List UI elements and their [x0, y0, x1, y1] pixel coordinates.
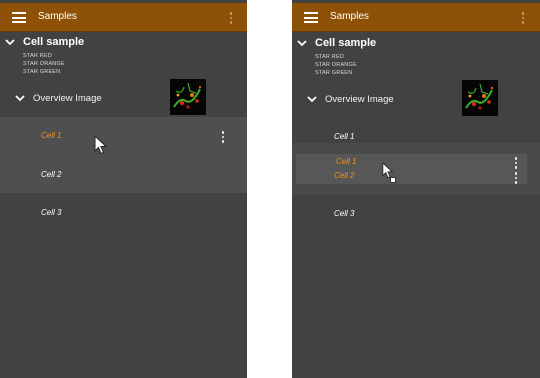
channel-label: STAR RED	[315, 54, 345, 60]
channel-label: STAR GREEN	[23, 69, 61, 75]
sample-title[interactable]: Cell sample	[315, 37, 376, 49]
overview-image-label[interactable]: Overview Image	[33, 93, 102, 104]
menu-icon[interactable]	[12, 12, 26, 23]
more-vert-icon[interactable]	[513, 157, 519, 169]
more-vert-icon[interactable]	[228, 12, 234, 24]
selection-highlight	[0, 117, 247, 193]
samples-panel-left: Samples Cell sample STAR RED STAR ORANGE…	[0, 0, 247, 378]
cell-item-2[interactable]: Cell 2	[41, 170, 61, 179]
app-title: Samples	[38, 11, 77, 22]
overview-thumbnail[interactable]	[170, 79, 206, 115]
mouse-pointer-icon	[94, 134, 108, 160]
drag-copy-icon	[390, 177, 396, 183]
samples-panel-right: Samples Cell sample STAR RED STAR ORANGE…	[292, 0, 540, 378]
channel-label: STAR GREEN	[315, 70, 353, 76]
sample-title[interactable]: Cell sample	[23, 36, 84, 48]
channel-label: STAR ORANGE	[315, 62, 357, 68]
chevron-down-icon[interactable]	[15, 94, 25, 102]
overview-image-label[interactable]: Overview Image	[325, 94, 394, 105]
app-bar: Samples	[292, 3, 540, 32]
channel-label: STAR ORANGE	[23, 61, 65, 67]
chevron-down-icon[interactable]	[297, 39, 307, 47]
more-vert-icon[interactable]	[520, 12, 526, 24]
drag-ghost	[296, 154, 527, 184]
more-vert-icon[interactable]	[220, 131, 226, 143]
cell-item-1[interactable]: Cell 1	[41, 131, 61, 140]
drag-item-2: Cell 2	[334, 171, 355, 180]
channel-label: STAR RED	[23, 53, 53, 59]
app-bar: Samples	[0, 3, 247, 32]
cell-item-3[interactable]: Cell 3	[334, 209, 354, 218]
cell-item-1[interactable]: Cell 1	[334, 132, 354, 141]
chevron-down-icon[interactable]	[5, 38, 15, 46]
app-title: Samples	[330, 11, 369, 22]
chevron-down-icon[interactable]	[307, 95, 317, 103]
menu-icon[interactable]	[304, 12, 318, 23]
more-vert-icon[interactable]	[513, 172, 519, 184]
cell-item-3[interactable]: Cell 3	[41, 208, 61, 217]
overview-thumbnail[interactable]	[462, 80, 498, 116]
drag-item-1: Cell 1	[336, 157, 357, 166]
